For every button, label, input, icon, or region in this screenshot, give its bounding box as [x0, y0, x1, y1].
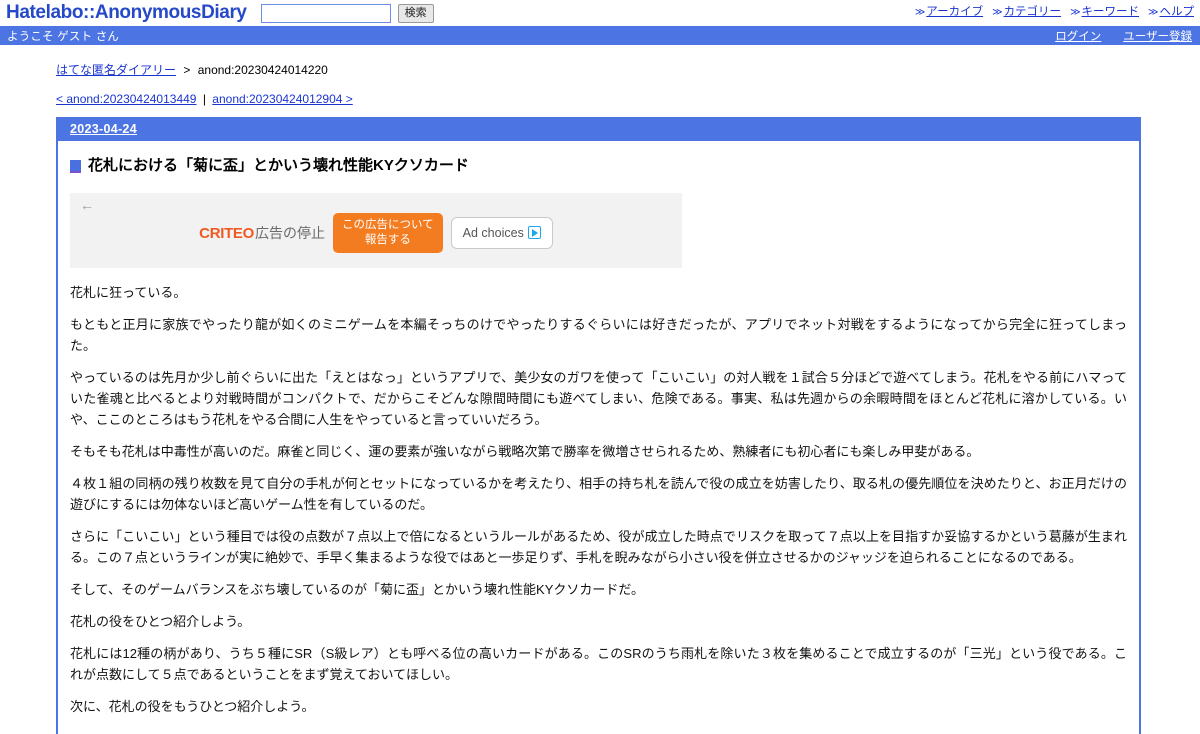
ad-choices-button[interactable]: Ad choices [450, 216, 553, 249]
login-link[interactable]: ログイン [1055, 28, 1101, 44]
paging-divider: | [202, 92, 206, 106]
breadcrumb-home-link[interactable]: はてな匿名ダイアリー [56, 63, 176, 77]
user-greeting: ようこそ ゲスト さん [7, 30, 120, 43]
entry-title-link[interactable]: 花札における「菊に盃」とかいう壊れ性能KYクソカード [88, 156, 469, 176]
nav-link-keyword[interactable]: キーワード [1082, 6, 1140, 18]
entry-paragraph: そして、そのゲームバランスをぶち壊しているのが「菊に盃」とかいう壊れ性能KYクソ… [70, 582, 645, 597]
search-form: 検索 [260, 3, 434, 23]
nav-link-archive[interactable]: アーカイブ [926, 6, 983, 18]
criteo-logo-r: Я [209, 224, 221, 242]
criteo-logo: CЯITEO [199, 225, 254, 242]
criteo-brand: CЯITEO 広告の停止 [199, 223, 325, 243]
site-title: Hatelabo::AnonymousDiary [6, 2, 247, 23]
entry-paragraph: 次に、花札の役をもうひとつ紹介しよう。 [70, 699, 315, 714]
chevron-right-icon: ≫ [914, 7, 926, 18]
entry-title: 花札における「菊に盃」とかいう壊れ性能KYクソカード [70, 156, 1127, 176]
blue-square-icon [70, 159, 81, 173]
entry-paging: < anond:20230424013449 | anond:202304240… [56, 92, 1200, 106]
entry-paragraph: 花札の役をひとつ紹介しよう。 [70, 614, 251, 629]
entry-paragraph: もともと正月に家族でやったり龍が如くのミニゲームを本編そっちのけでやったりするぐ… [70, 317, 1127, 353]
chevron-right-icon: ≫ [992, 7, 1003, 18]
breadcrumb: はてな匿名ダイアリー > anond:20230424014220 [56, 61, 1200, 78]
chevron-right-icon: ≫ [1070, 7, 1081, 18]
entry-paragraph: 花札には12種の柄があり、うち５種にSR（S級レア）とも呼べる位の高いカードがあ… [70, 646, 1127, 682]
ad-banner: ← CЯITEO 広告の停止 この広告について 報告する Ad choices [70, 193, 682, 268]
nav-link-category[interactable]: カテゴリー [1004, 6, 1062, 18]
prev-entry-link[interactable]: < anond:20230424013449 [56, 92, 196, 106]
chevron-right-icon: ≫ [1148, 7, 1159, 18]
entry-date-bar: 2023-04-24 [58, 117, 1139, 141]
report-ad-line2: 報告する [364, 233, 411, 246]
report-ad-line1: この広告について [342, 218, 434, 231]
user-bar-links: ログイン ユーザー登録 [1055, 28, 1192, 44]
entry-content: 花札に狂っている。 もともと正月に家族でやったり龍が如くのミニゲームを本編そっち… [70, 282, 1127, 717]
nav-item-category[interactable]: ≫カテゴリー [992, 3, 1061, 19]
register-link[interactable]: ユーザー登録 [1123, 28, 1192, 44]
nav-item-keyword[interactable]: ≫キーワード [1070, 3, 1139, 19]
article-container: 2023-04-24 花札における「菊に盃」とかいう壊れ性能KYクソカード ← … [56, 117, 1141, 734]
entry-paragraph: さらに「こいこい」という種目では役の点数が７点以上で倍になるというルールがあるた… [70, 529, 1127, 565]
report-ad-button[interactable]: この広告について 報告する [333, 212, 443, 253]
nav-item-help[interactable]: ≫ヘルプ [1148, 3, 1194, 19]
entry-date-link[interactable]: 2023-04-24 [70, 122, 137, 136]
criteo-logo-c: C [199, 224, 210, 242]
site-header: Hatelabo::AnonymousDiary 検索 ≫アーカイブ ≫カテゴリ… [0, 0, 1200, 26]
entry-paragraph: やっているのは先月か少し前ぐらいに出た「えとはなっ」というアプリで、美少女のガワ… [70, 370, 1127, 427]
entry-paragraph: 花札に狂っている。 [70, 285, 187, 300]
nav-link-help[interactable]: ヘルプ [1160, 6, 1195, 18]
criteo-logo-rest: ITEO [220, 224, 255, 242]
entry-paragraph: そもそも花札は中毒性が高いのだ。麻雀と同じく、運の要素が強いながら戦略次第で勝率… [70, 444, 980, 459]
header-nav: ≫アーカイブ ≫カテゴリー ≫キーワード ≫ヘルプ [915, 3, 1194, 19]
nav-item-archive[interactable]: ≫アーカイブ [915, 3, 983, 19]
triangle-icon [531, 228, 538, 237]
breadcrumb-separator: > [183, 63, 191, 77]
entry-paragraph: ４枚１組の同柄の残り枚数を見て自分の手札が何とセットになっているかを考えたり、相… [70, 476, 1127, 512]
article-body: 花札における「菊に盃」とかいう壊れ性能KYクソカード ← CЯITEO 広告の停… [58, 156, 1139, 734]
breadcrumb-current: anond:20230424014220 [197, 63, 328, 77]
search-input[interactable] [260, 3, 391, 23]
criteo-stop-ads-label: 広告の停止 [255, 224, 326, 241]
ad-banner-inner: CЯITEO 広告の停止 この広告について 報告する Ad choices [70, 193, 682, 268]
user-bar: ようこそ ゲスト さん ログイン ユーザー登録 [0, 26, 1200, 45]
ad-choices-label: Ad choices [462, 225, 524, 240]
next-entry-link[interactable]: anond:20230424012904 > [212, 92, 352, 106]
search-button[interactable]: 検索 [397, 3, 434, 23]
ad-choices-icon [527, 226, 541, 239]
